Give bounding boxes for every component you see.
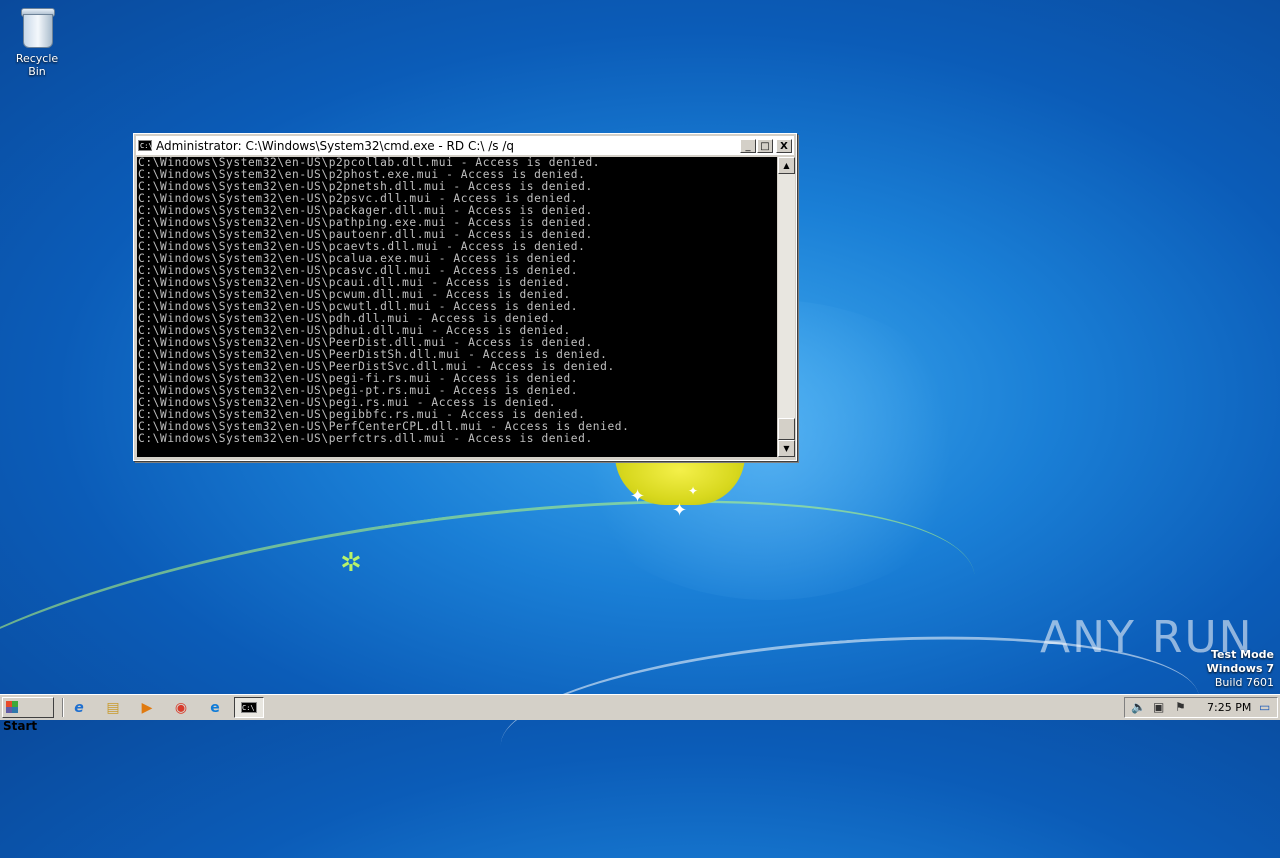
scroll-thumb[interactable] xyxy=(778,418,795,440)
chrome-icon[interactable]: ◉ xyxy=(170,698,192,718)
taskbar-separator xyxy=(62,698,64,717)
start-button[interactable]: Start xyxy=(2,697,54,733)
media-player-icon[interactable]: ▶ xyxy=(136,698,158,718)
desktop-icon-recycle-bin[interactable]: Recycle Bin xyxy=(6,6,68,78)
cmd-window[interactable]: C:\ Administrator: C:\Windows\System32\c… xyxy=(133,133,797,461)
windows-flag-icon xyxy=(6,701,18,713)
start-label: Start xyxy=(3,719,38,733)
show-desktop-icon[interactable]: ▭ xyxy=(1259,700,1270,714)
scroll-up-button[interactable]: ▲ xyxy=(778,157,795,174)
window-titlebar[interactable]: C:\ Administrator: C:\Windows\System32\c… xyxy=(136,136,794,155)
internet-explorer-icon[interactable]: e xyxy=(68,698,90,718)
sparkle-icon: ✦ xyxy=(672,500,688,521)
test-mode-line1: Test Mode xyxy=(1211,648,1274,661)
clock[interactable]: 7:25 PM xyxy=(1207,701,1251,714)
test-mode-line2: Windows 7 xyxy=(1206,662,1274,675)
edge-icon[interactable]: e xyxy=(204,698,226,718)
desktop-icon-label: Recycle Bin xyxy=(15,52,59,78)
window-title: Administrator: C:\Windows\System32\cmd.e… xyxy=(156,138,514,153)
console-line: C:\Windows\System32\en-US\perfctrs.dll.m… xyxy=(138,432,593,445)
test-mode-line3: Build 7601 xyxy=(1214,676,1274,689)
sparkle-green-icon: ✲ xyxy=(340,548,362,578)
test-mode-notice: Test Mode Windows 7 Build 7601 xyxy=(1207,648,1274,690)
cmd-icon: C:\ xyxy=(241,702,257,713)
console-output[interactable]: C:\Windows\System32\en-US\p2pcollab.dll.… xyxy=(137,157,777,457)
sparkle-icon: ✦ xyxy=(630,486,646,507)
network-icon[interactable]: ▣ xyxy=(1153,700,1164,714)
speaker-icon[interactable]: 🔈 xyxy=(1131,700,1146,714)
system-tray: 🔈 ▣ ⚑ 7:25 PM ▭ xyxy=(1124,697,1278,718)
sparkle-icon: ✦ xyxy=(688,484,699,498)
vertical-scrollbar[interactable]: ▲ ▼ xyxy=(778,157,795,457)
close-button[interactable]: X xyxy=(776,138,792,153)
taskbar: Start e ▤ ▶ ◉ e C:\ 🔈 ▣ ⚑ 7:25 PM ▭ xyxy=(0,694,1280,733)
maximize-button[interactable]: □ xyxy=(757,138,773,153)
taskbar-cmd-button[interactable]: C:\ xyxy=(234,697,264,718)
file-explorer-icon[interactable]: ▤ xyxy=(102,698,124,718)
recycle-bin-icon xyxy=(21,6,55,48)
scroll-down-button[interactable]: ▼ xyxy=(778,440,795,457)
minimize-button[interactable]: _ xyxy=(740,138,756,153)
cmd-icon: C:\ xyxy=(138,140,153,151)
action-center-flag-icon[interactable]: ⚑ xyxy=(1175,700,1186,714)
